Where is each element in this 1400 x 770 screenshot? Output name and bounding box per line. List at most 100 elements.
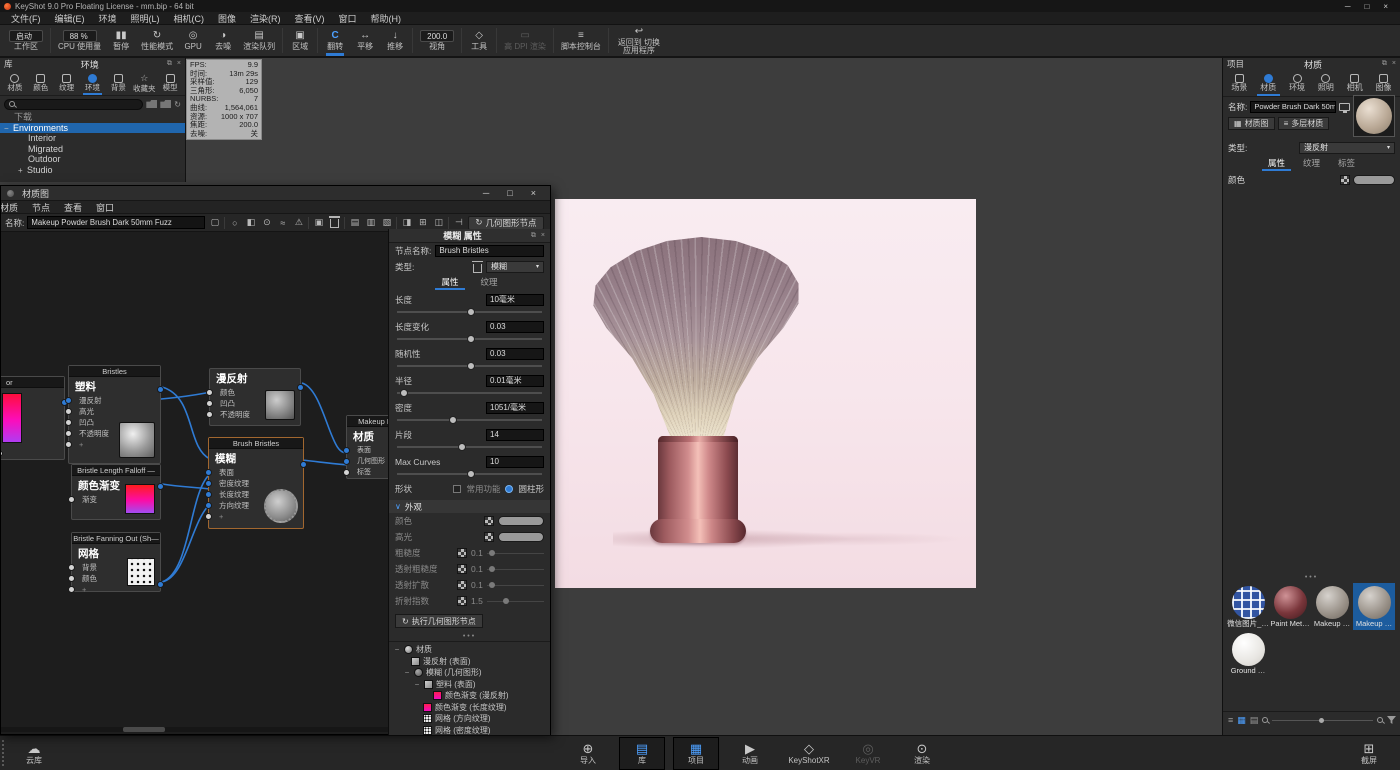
- menu-image[interactable]: 图像: [211, 12, 243, 25]
- realtime-render-viewport[interactable]: [555, 199, 976, 588]
- input-port[interactable]: [206, 411, 213, 418]
- preview-texture-icon[interactable]: ▧: [380, 216, 393, 229]
- render-queue-button[interactable]: ▤ 渲染队列: [238, 25, 280, 56]
- workspace-selector[interactable]: 启动 工作区: [4, 25, 48, 56]
- randomness-value[interactable]: 0.03: [486, 348, 544, 360]
- density-value[interactable]: 1051/毫米: [486, 402, 544, 414]
- add-color-icon[interactable]: ⊙: [260, 216, 273, 229]
- trans-roughness-value[interactable]: 0.1: [471, 564, 483, 574]
- graph-menu-view[interactable]: 查看: [57, 201, 89, 214]
- cloud-library-button[interactable]: ☁ 云库: [8, 737, 60, 770]
- output-port[interactable]: [157, 386, 164, 393]
- filter-icon[interactable]: [1387, 716, 1396, 724]
- ior-value[interactable]: 1.5: [471, 596, 483, 606]
- cpu-usage-dropdown[interactable]: 88 %: [63, 30, 97, 42]
- import-button[interactable]: ⊕导入: [565, 737, 611, 770]
- performance-mode-button[interactable]: ↻ 性能模式: [136, 25, 178, 56]
- cpu-usage-selector[interactable]: 88 % CPU 使用量: [53, 25, 106, 56]
- tab-backplates[interactable]: 背景: [105, 70, 131, 95]
- tab-scene[interactable]: 场景: [1225, 70, 1254, 96]
- align-left-icon[interactable]: ◨: [400, 216, 413, 229]
- input-port[interactable]: [343, 447, 350, 454]
- menu-edit[interactable]: 编辑(E): [48, 12, 92, 25]
- execute-geometry-node-button[interactable]: ↻执行几何图形节点: [395, 614, 483, 628]
- output-port[interactable]: [300, 461, 307, 468]
- texture-map-icon[interactable]: [484, 532, 494, 542]
- add-texture-icon[interactable]: ◧: [244, 216, 257, 229]
- tree-item-gradient-diffuse[interactable]: 颜色渐变 (漫反射): [389, 690, 550, 702]
- tumble-button[interactable]: C 翻转: [320, 25, 350, 56]
- material-thumb-wechat[interactable]: 微信图片_…: [1227, 583, 1269, 630]
- menu-file[interactable]: 文件(F): [4, 12, 48, 25]
- segments-slider[interactable]: 片段14: [389, 426, 550, 453]
- preview-material-icon[interactable]: ▥: [364, 216, 377, 229]
- material-preview[interactable]: [1353, 95, 1395, 137]
- node-type-dropdown[interactable]: 模糊▾: [486, 261, 544, 273]
- density-slider[interactable]: 密度1051/毫米: [389, 399, 550, 426]
- library-toggle-button[interactable]: ▤库: [619, 737, 665, 770]
- trans-scatter-value[interactable]: 0.1: [471, 580, 483, 590]
- input-port[interactable]: [65, 408, 72, 415]
- fov-selector[interactable]: 200.0 视角: [415, 25, 459, 56]
- input-port[interactable]: [65, 419, 72, 426]
- region-button[interactable]: ▣ 区域: [285, 25, 315, 56]
- geometry-node-toggle[interactable]: ↻几何图形节点: [468, 216, 543, 230]
- length-variation-slider[interactable]: 长度变化0.03: [389, 318, 550, 345]
- screenshot-button[interactable]: ⊞截屏: [1346, 737, 1392, 770]
- material-thumb-makeup-1[interactable]: Makeup …: [1311, 583, 1353, 630]
- graph-close-button[interactable]: ×: [531, 188, 536, 198]
- add-material-icon[interactable]: ○: [228, 216, 241, 229]
- material-name-input[interactable]: Makeup Powder Brush Dark 50mm Fuzz: [27, 216, 205, 229]
- output-port[interactable]: [297, 384, 304, 391]
- tab-properties[interactable]: 属性: [439, 276, 460, 290]
- texture-map-icon[interactable]: [457, 596, 467, 606]
- color-swatch[interactable]: [498, 516, 544, 526]
- input-port[interactable]: [68, 564, 75, 571]
- roughness-value[interactable]: 0.1: [471, 548, 483, 558]
- menu-lighting[interactable]: 照明(L): [124, 12, 167, 25]
- tab-material[interactable]: 材质: [1254, 70, 1283, 96]
- tab-colors[interactable]: 颜色: [28, 70, 54, 95]
- tree-item-studio[interactable]: +Studio: [0, 165, 185, 176]
- input-port[interactable]: [68, 575, 75, 582]
- tree-item-grid-direction[interactable]: 网格 (方向纹理): [389, 713, 550, 725]
- graph-menu-window[interactable]: 窗口: [89, 201, 121, 214]
- texture-map-icon[interactable]: [457, 548, 467, 558]
- high-dpi-button[interactable]: ▭ 高 DPI 渲染: [499, 25, 551, 56]
- multi-material-button[interactable]: ≡多层材质: [1278, 117, 1330, 130]
- zoom-out-icon[interactable]: [1262, 717, 1268, 723]
- material-name-input[interactable]: Powder Brush Dark 50mm Fuzz: [1250, 101, 1336, 113]
- thumbnail-size-slider[interactable]: [1272, 716, 1373, 724]
- tree-item-grid-density[interactable]: 网格 (密度纹理): [389, 725, 550, 737]
- randomness-slider[interactable]: 随机性0.03: [389, 345, 550, 372]
- menu-camera[interactable]: 相机(C): [167, 12, 212, 25]
- tree-item-fuzz[interactable]: −模糊 (几何图形): [389, 667, 550, 679]
- output-port[interactable]: [157, 581, 164, 588]
- material-thumb-makeup-2-selected[interactable]: Makeup …: [1353, 583, 1395, 630]
- denoise-button[interactable]: ◑ 去噪: [208, 25, 238, 56]
- folder-icon[interactable]: [146, 100, 157, 108]
- material-thumb-paint-metal[interactable]: Paint Met…: [1269, 583, 1311, 630]
- input-port[interactable]: [205, 469, 212, 476]
- trans-scatter-slider[interactable]: [487, 581, 544, 589]
- input-port[interactable]: [68, 496, 75, 503]
- input-port[interactable]: [65, 430, 72, 437]
- texture-map-icon[interactable]: [457, 564, 467, 574]
- menu-environment[interactable]: 环境: [92, 12, 124, 25]
- menu-render[interactable]: 渲染(R): [243, 12, 288, 25]
- tree-item-outdoor[interactable]: Outdoor: [0, 154, 185, 165]
- project-toggle-button[interactable]: ▦项目: [673, 737, 719, 770]
- tab-labels[interactable]: 标签: [1336, 157, 1357, 171]
- pan-button[interactable]: ↔ 平移: [350, 25, 380, 56]
- minimize-button[interactable]: ─: [1345, 2, 1351, 11]
- list-view-icon[interactable]: ≡: [1228, 715, 1233, 725]
- refresh-icon[interactable]: ↻: [174, 100, 181, 109]
- graph-menu-node[interactable]: 节点: [25, 201, 57, 214]
- tab-textures[interactable]: 纹理: [479, 276, 500, 290]
- radius-slider[interactable]: 半径0.01毫米: [389, 372, 550, 399]
- tools-button[interactable]: ◇ 工具: [464, 25, 494, 56]
- gpu-button[interactable]: ◎ GPU: [178, 25, 208, 56]
- tab-materials[interactable]: 材质: [2, 70, 28, 95]
- node-length-falloff[interactable]: Bristle Length Falloff — 颜色渐变 渐变: [71, 464, 161, 520]
- delete-node-icon[interactable]: [473, 264, 482, 273]
